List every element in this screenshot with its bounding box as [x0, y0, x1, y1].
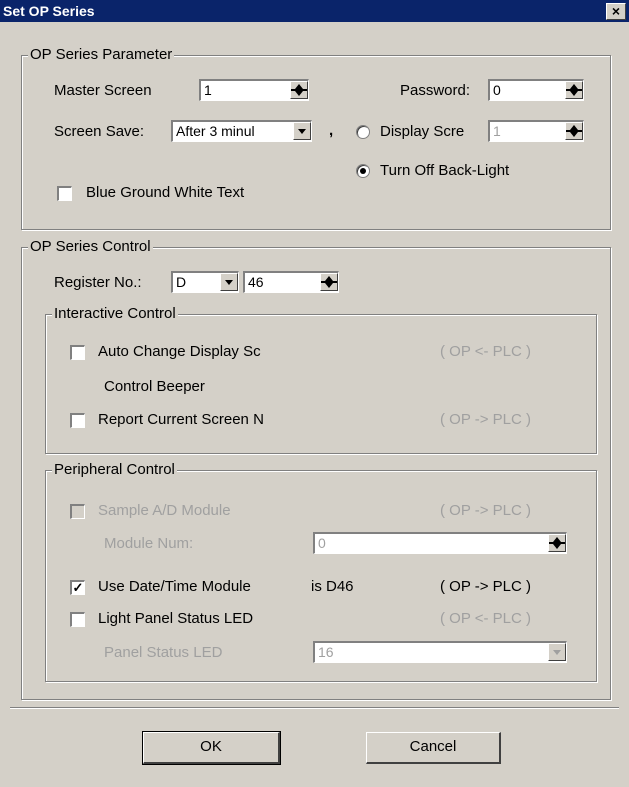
divider	[10, 707, 619, 709]
auto-change-label: Auto Change Display Sc	[98, 343, 261, 360]
light-panel-checkbox[interactable]	[70, 612, 85, 627]
display-screen-spin-icon[interactable]	[565, 122, 583, 140]
password-value: 0	[493, 82, 501, 98]
screen-save-select[interactable]: After 3 minul	[171, 120, 312, 142]
register-number-spin-icon[interactable]	[320, 273, 338, 291]
master-screen-label: Master Screen	[54, 82, 152, 99]
display-screen-value: 1	[493, 123, 501, 139]
master-screen-spin-icon[interactable]	[290, 81, 308, 99]
module-num-stepper[interactable]: 0	[313, 532, 567, 554]
sample-ad-direction: ( OP -> PLC )	[440, 502, 531, 519]
sample-ad-checkbox[interactable]	[70, 504, 85, 519]
password-stepper[interactable]: 0	[488, 79, 584, 101]
auto-change-checkbox[interactable]	[70, 345, 85, 360]
report-screen-checkbox[interactable]	[70, 413, 85, 428]
op-series-parameter-legend: OP Series Parameter	[28, 46, 175, 64]
interactive-control-legend: Interactive Control	[52, 305, 178, 323]
chevron-down-icon[interactable]	[548, 643, 566, 661]
turn-off-backlight-radio[interactable]	[356, 164, 370, 178]
set-op-series-dialog: Set OP Series × OP Series Parameter Mast…	[0, 0, 629, 787]
register-type-select[interactable]: D	[171, 271, 239, 293]
screen-save-value: After 3 minul	[176, 123, 255, 139]
light-panel-label: Light Panel Status LED	[98, 610, 254, 627]
light-panel-direction: ( OP <- PLC )	[440, 610, 531, 627]
cancel-button[interactable]: Cancel	[366, 732, 501, 764]
date-time-label: Use Date/Time Module	[98, 578, 251, 595]
peripheral-control-legend: Peripheral Control	[52, 461, 177, 479]
panel-led-select[interactable]: 16	[313, 641, 567, 663]
blue-ground-label: Blue Ground White Text	[86, 184, 245, 201]
password-label: Password:	[400, 82, 471, 99]
module-num-spin-icon[interactable]	[548, 534, 566, 552]
op-series-control-legend: OP Series Control	[28, 238, 153, 256]
comma-separator: ,	[329, 122, 334, 139]
display-screen-stepper[interactable]: 1	[488, 120, 584, 142]
title-bar: Set OP Series ×	[0, 0, 629, 22]
password-spin-icon[interactable]	[565, 81, 583, 99]
date-time-direction: ( OP -> PLC )	[440, 578, 531, 595]
master-screen-value: 1	[204, 82, 212, 98]
panel-led-value: 16	[318, 644, 334, 660]
close-button[interactable]: ×	[606, 3, 626, 20]
sample-ad-label: Sample A/D Module	[98, 502, 231, 519]
control-beeper-label: Control Beeper	[104, 378, 205, 395]
screen-save-label: Screen Save:	[54, 123, 145, 140]
blue-ground-checkbox[interactable]	[57, 186, 72, 201]
register-no-label: Register No.:	[54, 274, 142, 291]
module-num-label: Module Num:	[104, 535, 194, 552]
chevron-down-icon[interactable]	[293, 122, 311, 140]
register-number-value: 46	[248, 274, 264, 290]
display-screen-label: Display Scre	[380, 123, 465, 140]
turn-off-backlight-label: Turn Off Back-Light	[380, 162, 510, 179]
report-screen-direction: ( OP -> PLC )	[440, 411, 531, 428]
report-screen-label: Report Current Screen N	[98, 411, 264, 428]
panel-led-label: Panel Status LED	[104, 644, 223, 661]
checkmark-icon: ✓	[72, 580, 84, 595]
auto-change-direction: ( OP <- PLC )	[440, 343, 531, 360]
register-type-value: D	[176, 274, 187, 290]
module-num-value: 0	[318, 535, 326, 551]
register-number-stepper[interactable]: 46	[243, 271, 339, 293]
window-title: Set OP Series	[3, 3, 95, 19]
chevron-down-icon[interactable]	[220, 273, 238, 291]
ok-button[interactable]: OK	[142, 731, 281, 765]
date-time-register: is D46	[311, 578, 354, 595]
display-screen-radio[interactable]	[356, 125, 370, 139]
date-time-checkbox[interactable]: ✓	[70, 580, 85, 595]
master-screen-stepper[interactable]: 1	[199, 79, 309, 101]
